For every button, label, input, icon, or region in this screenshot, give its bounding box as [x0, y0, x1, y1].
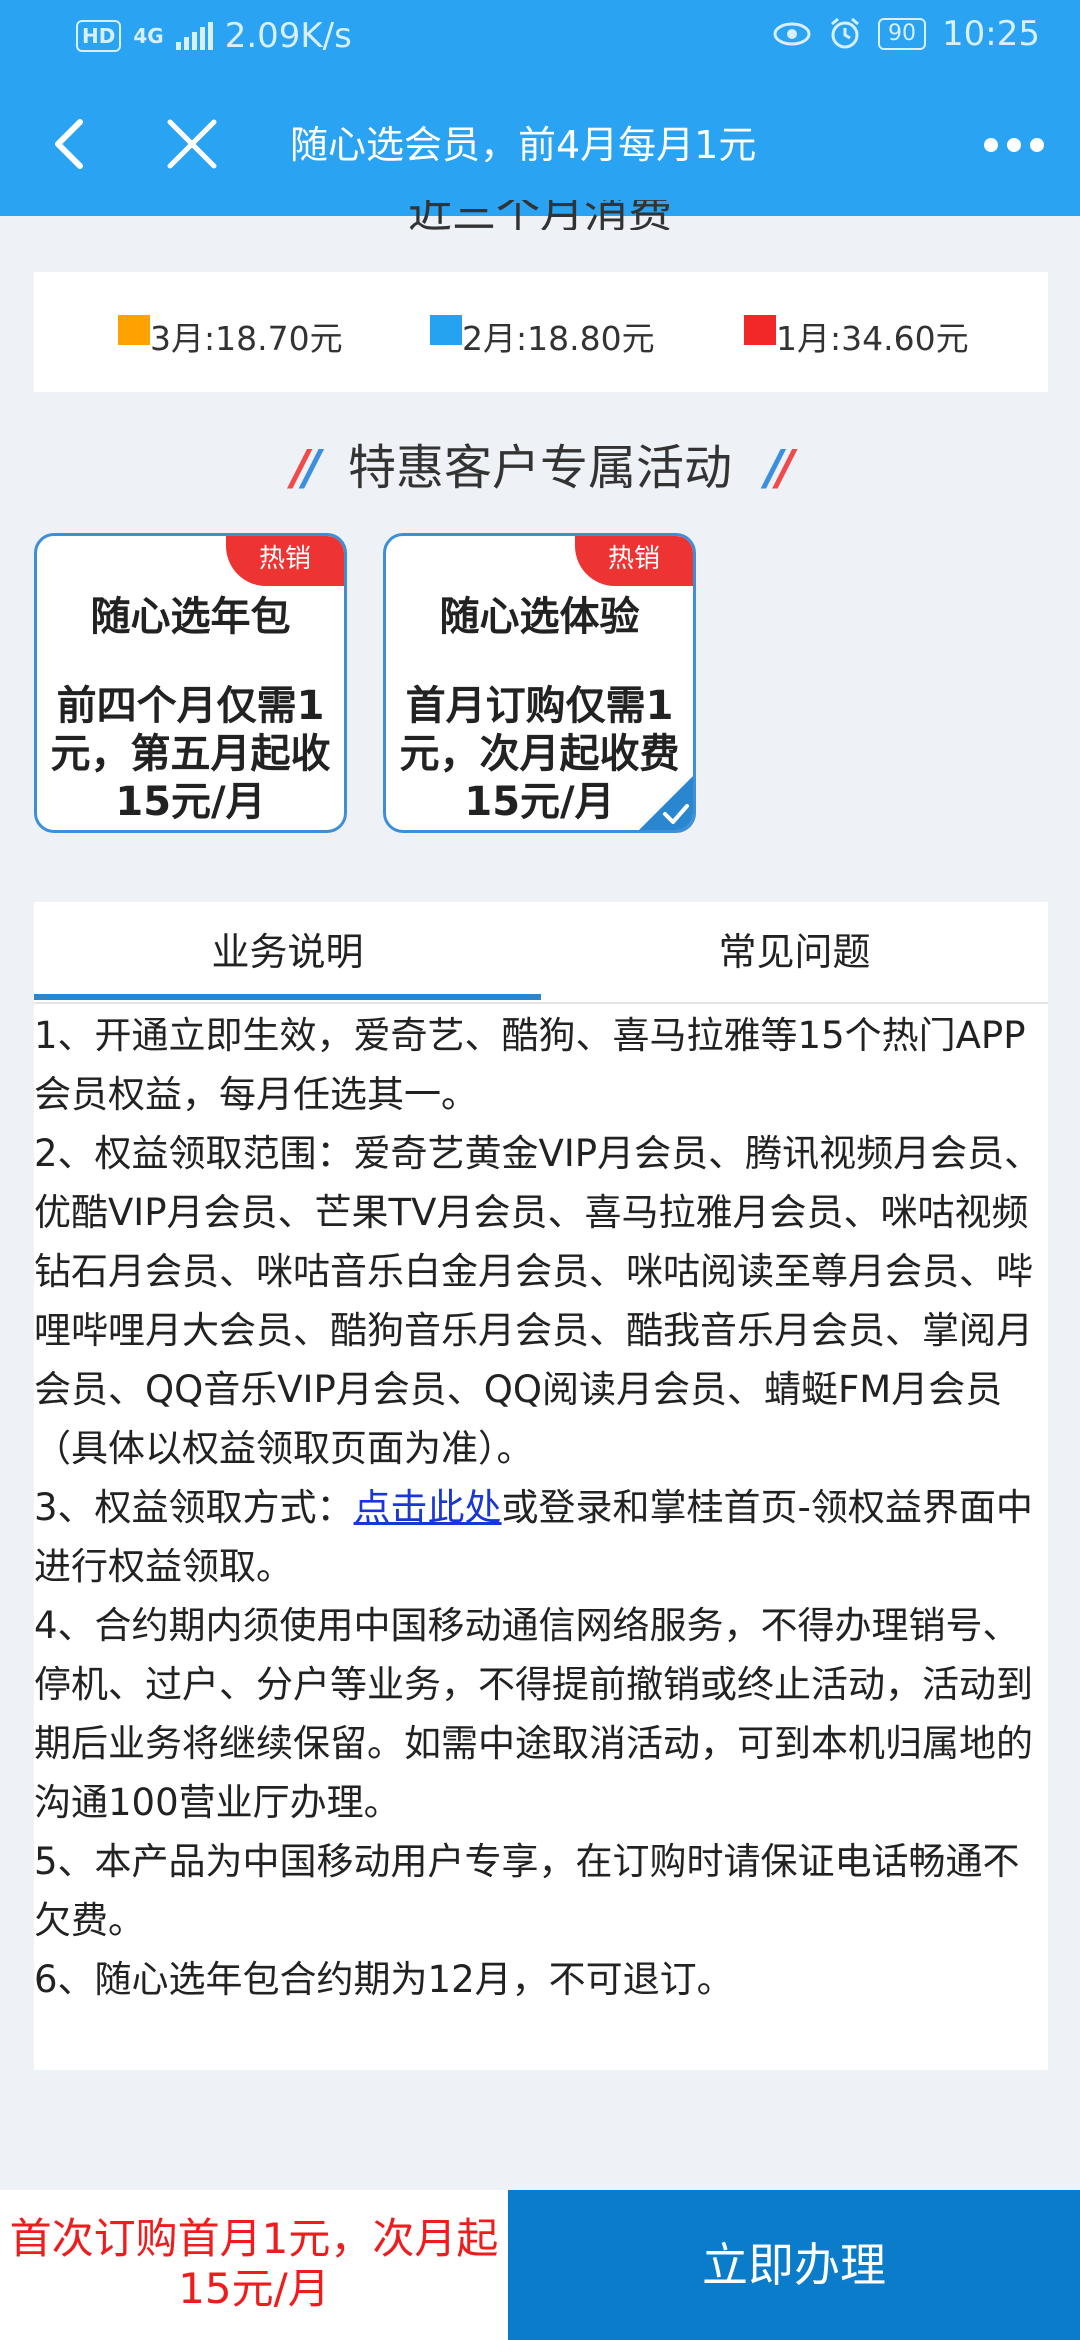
status-left: HD 4G 2.09K/s	[76, 16, 352, 56]
tab-active-indicator	[34, 994, 541, 1000]
legend-label: 3月:18.70元	[150, 319, 343, 358]
desc-item: 4、合约期内须使用中国移动通信网络服务，不得办理销号、停机、过户、分户等业务，不…	[34, 1604, 1033, 1824]
bottom-bar: 首次订购首月1元，次月起15元/月 立即办理	[0, 2190, 1080, 2340]
legend-label: 2月:18.80元	[462, 319, 655, 358]
package-card-annual[interactable]: 热销 随心选年包 前四个月仅需1元，第五月起收15元/月	[34, 533, 347, 833]
consumption-legend: 3月:18.70元 2月:18.80元 1月:34.60元	[34, 272, 1048, 392]
card-title: 随心选体验	[439, 594, 640, 640]
desc-item: 1、开通立即生效，爱奇艺、酷狗、喜马拉雅等15个热门APP会员权益，每月任选其一…	[34, 1014, 1026, 1116]
slash-decoration-icon: //	[291, 440, 321, 496]
desc-item: 2、权益领取范围：爱奇艺黄金VIP月会员、腾讯视频月会员、优酷VIP月会员、芒果…	[34, 1132, 1042, 1470]
status-right: 90 10:25	[772, 14, 1040, 54]
package-card-trial[interactable]: 热销 随心选体验 首月订购仅需1元，次月起收费15元/月	[383, 533, 696, 833]
hot-tag: 热销	[226, 536, 344, 586]
legend-item: 2月:18.80元	[430, 312, 655, 360]
desc-item: 3、权益领取方式：点击此处或登录和掌桂首页-领权益界面中进行权益领取。	[34, 1478, 1048, 1596]
business-description: 1、开通立即生效，爱奇艺、酷狗、喜马拉雅等15个热门APP会员权益，每月任选其一…	[34, 1006, 1048, 2009]
legend-item: 1月:34.60元	[744, 312, 969, 360]
card-desc: 前四个月仅需1元，第五月起收15元/月	[50, 683, 331, 825]
desc-item: 6、随心选年包合约期为12月，不可退订。	[34, 1958, 734, 2001]
legend-label: 1月:34.60元	[776, 319, 969, 358]
tab-divider	[34, 1002, 1048, 1004]
back-arrow-icon[interactable]	[40, 112, 100, 176]
claim-benefit-link[interactable]: 点击此处	[354, 1486, 502, 1529]
page-title: 随心选会员，前4月每月1元	[290, 123, 757, 167]
hot-tag: 热销	[575, 536, 693, 586]
consumption-heading-text: 近三个月消费	[408, 200, 672, 230]
consumption-heading: 近三个月消费	[0, 200, 1080, 230]
section-title-text: 特惠客户专属活动	[347, 440, 732, 496]
app-root: HD 4G 2.09K/s 90 10:25 随心选会员，前4月每月1元 近三个…	[0, 0, 1080, 2340]
close-icon[interactable]	[162, 112, 222, 176]
legend-swatch	[430, 315, 462, 345]
info-panel: 业务说明 常见问题 1、开通立即生效，爱奇艺、酷狗、喜马拉雅等15个热门APP会…	[34, 902, 1048, 2070]
clock: 10:25	[942, 14, 1040, 54]
desc-item-prefix: 3、权益领取方式：	[34, 1486, 354, 1529]
card-title: 随心选年包	[90, 594, 291, 640]
hd-badge: HD	[76, 20, 122, 52]
tab-faq[interactable]: 常见问题	[541, 902, 1048, 1002]
more-menu-icon[interactable]	[984, 138, 1044, 152]
nav-bar: 随心选会员，前4月每月1元	[0, 72, 1080, 216]
eye-icon	[773, 22, 811, 46]
apply-now-button[interactable]: 立即办理	[508, 2190, 1080, 2340]
legend-item: 3月:18.70元	[118, 312, 343, 360]
battery-icon: 90	[878, 18, 927, 50]
legend-swatch	[118, 315, 150, 345]
selected-check-icon	[639, 776, 693, 830]
slash-decoration-icon: //	[765, 440, 794, 496]
legend-swatch	[744, 315, 776, 345]
section-title: // 特惠客户专属活动 //	[0, 428, 1080, 498]
status-bar: HD 4G 2.09K/s 90 10:25	[0, 0, 1080, 72]
desc-item: 5、本产品为中国移动用户专享，在订购时请保证电话畅通不欠费。	[34, 1840, 1020, 1942]
promo-text: 首次订购首月1元，次月起15元/月	[0, 2190, 508, 2340]
alarm-icon	[831, 17, 859, 49]
network-speed: 2.09K/s	[224, 16, 352, 56]
network-type: 4G	[133, 24, 164, 48]
tab-business-description[interactable]: 业务说明	[34, 902, 541, 1002]
signal-icon	[175, 22, 213, 50]
